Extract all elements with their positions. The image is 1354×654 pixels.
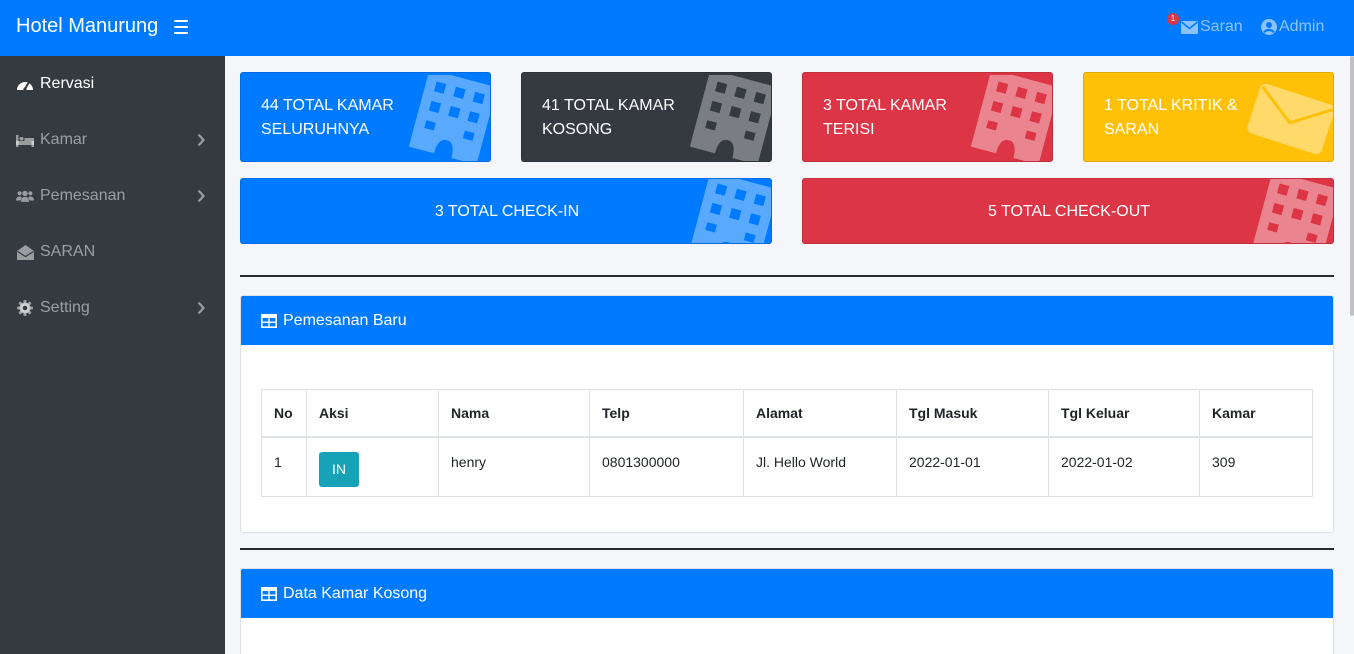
checkin-label: 3 TOTAL CHECK-IN bbox=[434, 203, 580, 220]
panel-title: Data Kamar Kosong bbox=[283, 584, 428, 602]
column-header: Nama bbox=[438, 389, 590, 438]
admin-link[interactable]: Admin bbox=[1261, 18, 1324, 36]
stat-card-checkin[interactable]: 3 TOTAL CHECK-IN bbox=[240, 178, 772, 244]
notification-badge: 1 bbox=[1167, 13, 1179, 25]
sidebar-item-saran[interactable]: SARAN bbox=[0, 224, 225, 280]
menu-toggle-icon[interactable] bbox=[174, 20, 188, 34]
panel-header: Data Kamar Kosong bbox=[241, 569, 1333, 618]
sidebar-item-label: SARAN bbox=[40, 243, 96, 260]
cell-tgl-keluar: 2022-01-02 bbox=[1048, 436, 1200, 497]
divider bbox=[240, 548, 1334, 550]
column-header: No bbox=[261, 389, 307, 438]
cell-no: 1 bbox=[261, 436, 307, 497]
cell-nama: henry bbox=[438, 436, 590, 497]
building-icon bbox=[408, 75, 490, 161]
pemesanan-table: No Aksi Nama Telp Alamat Tgl Masuk Tgl K… bbox=[261, 389, 1313, 497]
stat-card-checkout[interactable]: 5 TOTAL CHECK-OUT bbox=[802, 178, 1334, 244]
sidebar-item-label: Setting bbox=[40, 299, 90, 316]
stat-card-total-kamar[interactable]: 44 TOTAL KAMAR SELURUHNYA bbox=[240, 72, 491, 162]
stat-label-line1: 1 TOTAL KRITIK & bbox=[1104, 97, 1238, 114]
checkout-label: 5 TOTAL CHECK-OUT bbox=[987, 203, 1151, 220]
building-icon bbox=[689, 75, 771, 161]
gear-icon bbox=[16, 300, 34, 316]
building-icon bbox=[970, 75, 1052, 161]
table-header-row: No Aksi Nama Telp Alamat Tgl Masuk Tgl K… bbox=[261, 389, 1313, 438]
column-header: Kamar bbox=[1199, 389, 1313, 438]
user-circle-icon bbox=[1261, 19, 1277, 35]
chevron-right-icon bbox=[197, 133, 205, 147]
stat-label-line2: KOSONG bbox=[542, 121, 613, 138]
sidebar-item-label: Kamar bbox=[40, 131, 88, 148]
stat-label-line2: SELURUHNYA bbox=[261, 121, 370, 138]
users-icon bbox=[16, 188, 34, 204]
column-header: Telp bbox=[589, 389, 744, 438]
stat-label-line1: 41 TOTAL KAMAR bbox=[542, 97, 675, 114]
bed-icon bbox=[16, 132, 34, 148]
table-icon bbox=[261, 313, 277, 328]
stat-label-line2: SARAN bbox=[1104, 121, 1160, 138]
admin-label: Admin bbox=[1279, 18, 1325, 35]
envelope-icon bbox=[1181, 20, 1198, 34]
cell-alamat: Jl. Hello World bbox=[743, 436, 897, 497]
table-row: 1 IN henry 0801300000 Jl. Hello World 20… bbox=[261, 436, 1313, 497]
cell-tgl-masuk: 2022-01-01 bbox=[896, 436, 1049, 497]
page-scrollbar[interactable] bbox=[1350, 56, 1354, 316]
cell-aksi: IN bbox=[306, 436, 439, 497]
column-header: Tgl Masuk bbox=[896, 389, 1049, 438]
sidebar-item-rervasi[interactable]: Rervasi bbox=[0, 56, 225, 112]
cell-kamar: 309 bbox=[1199, 436, 1313, 497]
sidebar-item-setting[interactable]: Setting bbox=[0, 280, 225, 336]
column-header: Tgl Keluar bbox=[1048, 389, 1200, 438]
pemesanan-baru-panel: Pemesanan Baru No Aksi Nama Telp Alamat … bbox=[240, 295, 1334, 533]
data-kamar-kosong-panel: Data Kamar Kosong bbox=[240, 568, 1334, 654]
sidebar-item-kamar[interactable]: Kamar bbox=[0, 112, 225, 168]
envelope-icon bbox=[1247, 83, 1333, 155]
column-header: Aksi bbox=[306, 389, 439, 438]
stat-label-line2: TERISI bbox=[823, 121, 875, 138]
divider bbox=[240, 275, 1334, 277]
checkin-button[interactable]: IN bbox=[319, 451, 359, 487]
sidebar-item-pemesanan[interactable]: Pemesanan bbox=[0, 168, 225, 224]
tachometer-icon bbox=[16, 76, 34, 92]
sidebar-item-label: Pemesanan bbox=[40, 187, 126, 204]
top-navbar: Hotel Manurung 1 Saran Admin bbox=[0, 0, 1354, 56]
chevron-right-icon bbox=[197, 301, 205, 315]
sidebar: Rervasi Kamar Pemesanan SARAN Setting bbox=[0, 56, 225, 654]
stat-card-kamar-terisi[interactable]: 3 TOTAL KAMAR TERISI bbox=[802, 72, 1053, 162]
envelope-open-icon bbox=[16, 244, 34, 260]
panel-header: Pemesanan Baru bbox=[241, 296, 1333, 345]
app-title[interactable]: Hotel Manurung bbox=[16, 15, 158, 38]
stat-card-kamar-kosong[interactable]: 41 TOTAL KAMAR KOSONG bbox=[521, 72, 772, 162]
panel-title: Pemesanan Baru bbox=[283, 311, 407, 329]
stat-label-line1: 3 TOTAL KAMAR bbox=[823, 97, 947, 114]
stat-card-kritik-saran[interactable]: 1 TOTAL KRITIK & SARAN bbox=[1083, 72, 1334, 162]
sidebar-item-label: Rervasi bbox=[40, 75, 95, 92]
column-header: Alamat bbox=[743, 389, 897, 438]
saran-link[interactable]: Saran bbox=[1181, 18, 1243, 36]
cell-telp: 0801300000 bbox=[589, 436, 744, 497]
stat-label-line1: 44 TOTAL KAMAR bbox=[261, 97, 394, 114]
table-icon bbox=[261, 586, 277, 601]
chevron-right-icon bbox=[197, 189, 205, 203]
saran-label: Saran bbox=[1200, 18, 1243, 35]
